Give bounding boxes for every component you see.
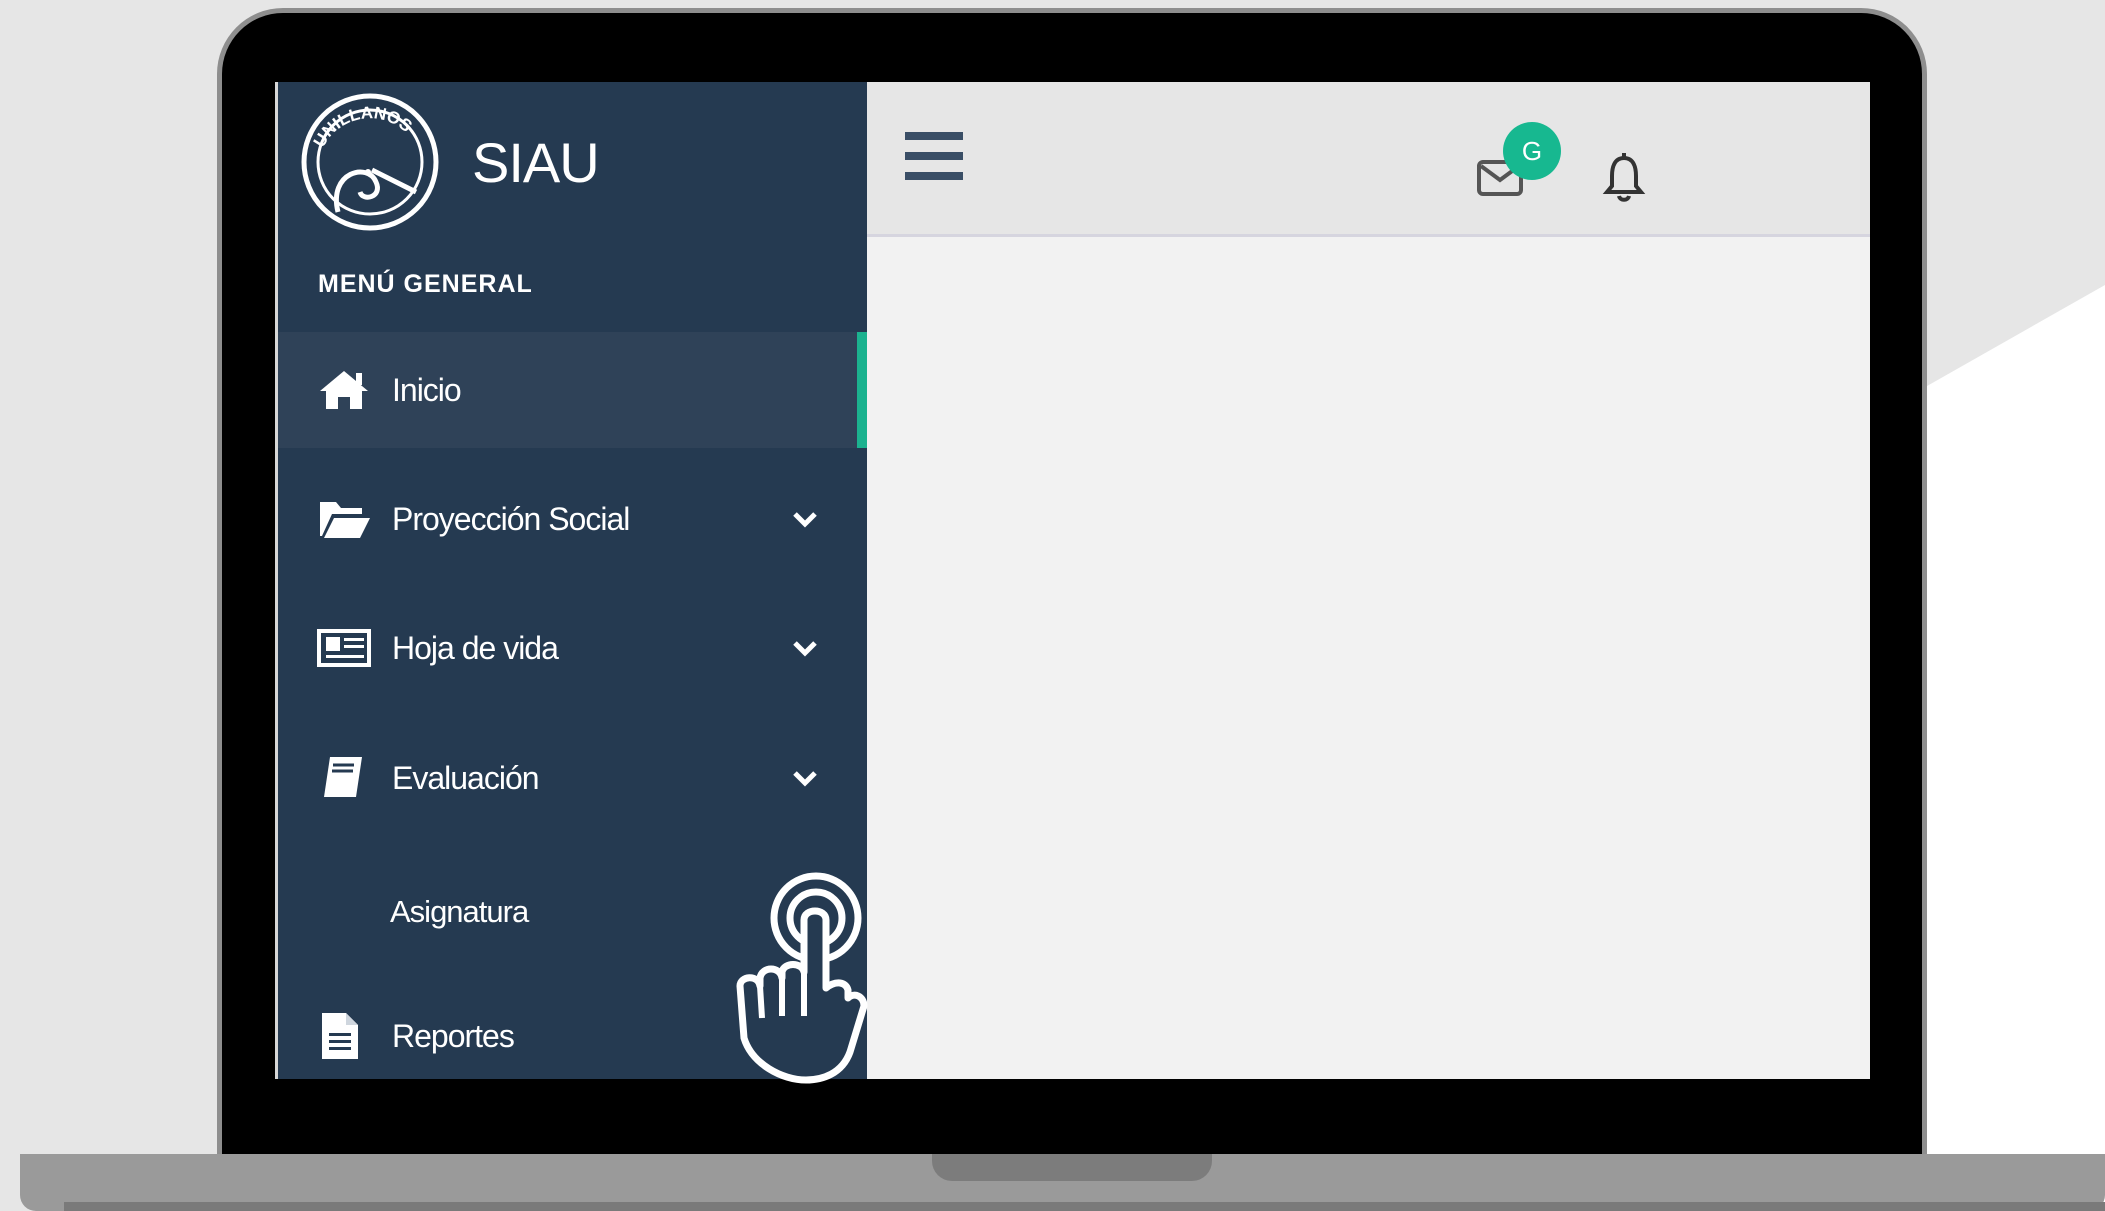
sidebar-item-hoja-de-vida[interactable]: Hoja de vida — [278, 590, 867, 706]
id-card-icon — [317, 629, 371, 667]
sidebar-item-evaluacion[interactable]: Evaluación — [278, 720, 867, 836]
sidebar-item-label: Reportes — [392, 1017, 515, 1054]
hamburger-icon[interactable] — [903, 130, 965, 184]
chevron-down-icon[interactable] — [790, 509, 820, 529]
sidebar-item-label: Evaluación — [392, 759, 540, 796]
sidebar-item-label: Inicio — [392, 371, 462, 408]
logo-icon: UNILLANOS — [301, 93, 439, 231]
laptop-notch — [932, 1154, 1212, 1181]
top-bar: G — [867, 82, 1870, 237]
chevron-down-icon[interactable] — [790, 638, 820, 658]
brand[interactable]: UNILLANOS SIAU — [298, 92, 600, 232]
app-name: SIAU — [472, 130, 600, 194]
chevron-down-icon[interactable] — [790, 768, 820, 788]
folder-open-icon — [320, 502, 370, 538]
sidebar-item-label: Hoja de vida — [392, 629, 559, 666]
file-icon — [322, 1013, 358, 1059]
home-icon — [320, 371, 368, 409]
sidebar-item-label: Proyección Social — [392, 500, 630, 537]
notification-badge: G — [1503, 122, 1561, 180]
bell-icon[interactable] — [1602, 152, 1646, 204]
section-title: MENÚ GENERAL — [318, 270, 533, 298]
sidebar-subitem-asignatura[interactable]: Asignatura — [390, 894, 529, 930]
book-icon — [324, 757, 362, 797]
sidebar-item-inicio[interactable]: Inicio — [278, 332, 867, 448]
sidebar-item-proyeccion-social[interactable]: Proyección Social — [278, 461, 867, 577]
app-screen: UNILLANOS SIAU MENÚ GENERAL Inicio Proye… — [275, 82, 1870, 1079]
main-content — [867, 237, 1870, 1079]
laptop-base-shadow — [64, 1202, 2105, 1211]
hand-tap-icon — [736, 872, 868, 1084]
